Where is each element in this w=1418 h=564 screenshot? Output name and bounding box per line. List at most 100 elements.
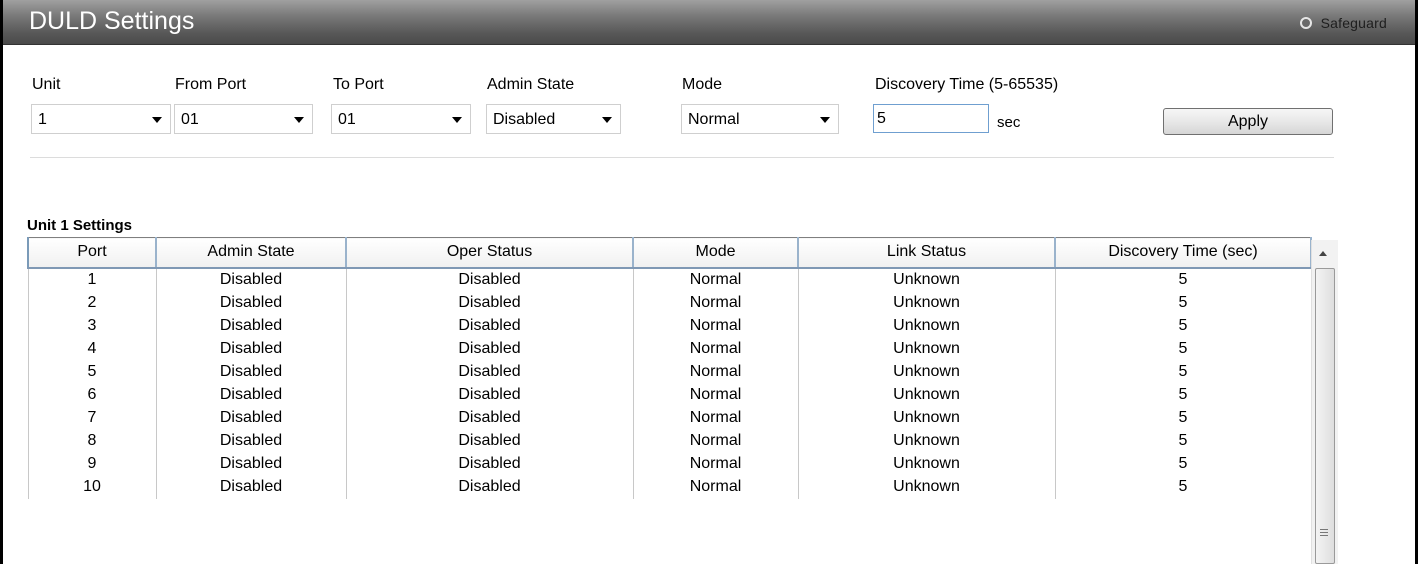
to-port-select-value: 01 xyxy=(338,111,356,128)
from-port-select-value: 01 xyxy=(181,111,199,128)
column-header-link-status[interactable]: Link Status xyxy=(797,237,1056,269)
link-status-cell: Unknown xyxy=(797,475,1056,499)
safeguard-status-icon xyxy=(1299,17,1312,29)
table-row: 3 Disabled Disabled Normal Unknown 5 xyxy=(27,314,1312,338)
admin-state-cell: Disabled xyxy=(155,291,347,315)
link-status-cell: Unknown xyxy=(797,406,1056,430)
chevron-down-icon xyxy=(602,117,612,123)
page-title: DULD Settings xyxy=(29,7,195,35)
discovery-time-cell: 5 xyxy=(1054,429,1312,453)
oper-status-cell: Disabled xyxy=(345,452,634,476)
port-cell: 10 xyxy=(27,475,157,499)
port-cell: 5 xyxy=(27,360,157,384)
duld-settings-page: DULD Settings Safeguard Unit From Port T… xyxy=(0,0,1418,564)
mode-cell: Normal xyxy=(632,337,799,361)
chevron-down-icon xyxy=(152,117,162,123)
chevron-down-icon xyxy=(820,117,830,123)
safeguard-indicator: Safeguard xyxy=(1299,13,1387,33)
window-frame-left xyxy=(0,0,3,564)
discovery-time-input[interactable] xyxy=(873,104,989,133)
discovery-time-cell: 5 xyxy=(1054,475,1312,499)
port-cell: 3 xyxy=(27,314,157,338)
oper-status-cell: Disabled xyxy=(345,337,634,361)
unit-settings-heading: Unit 1 Settings xyxy=(27,217,133,234)
link-status-cell: Unknown xyxy=(797,337,1056,361)
table-row: 4 Disabled Disabled Normal Unknown 5 xyxy=(27,337,1312,361)
discovery-time-label: Discovery Time (5-65535) xyxy=(875,76,1059,93)
link-status-cell: Unknown xyxy=(797,267,1056,292)
mode-cell: Normal xyxy=(632,314,799,338)
table-row: 7 Disabled Disabled Normal Unknown 5 xyxy=(27,406,1312,430)
discovery-time-cell: 5 xyxy=(1054,360,1312,384)
admin-state-cell: Disabled xyxy=(155,314,347,338)
admin-state-cell: Disabled xyxy=(155,360,347,384)
column-header-admin-state[interactable]: Admin State xyxy=(155,237,347,269)
admin-state-cell: Disabled xyxy=(155,267,347,292)
table-row: 2 Disabled Disabled Normal Unknown 5 xyxy=(27,291,1312,315)
to-port-label: To Port xyxy=(333,76,384,93)
table-row: 10 Disabled Disabled Normal Unknown 5 xyxy=(27,475,1312,499)
column-header-mode[interactable]: Mode xyxy=(632,237,799,269)
scroll-grip-icon xyxy=(1320,529,1328,536)
oper-status-cell: Disabled xyxy=(345,406,634,430)
mode-cell: Normal xyxy=(632,291,799,315)
port-cell: 7 xyxy=(27,406,157,430)
port-cell: 4 xyxy=(27,337,157,361)
link-status-cell: Unknown xyxy=(797,314,1056,338)
unit-select[interactable]: 1 xyxy=(31,104,171,134)
discovery-time-cell: 5 xyxy=(1054,383,1312,407)
port-cell: 6 xyxy=(27,383,157,407)
oper-status-cell: Disabled xyxy=(345,360,634,384)
admin-state-select-value: Disabled xyxy=(493,111,556,128)
unit-label: Unit xyxy=(32,76,61,93)
mode-cell: Normal xyxy=(632,383,799,407)
link-status-cell: Unknown xyxy=(797,291,1056,315)
discovery-time-cell: 5 xyxy=(1054,406,1312,430)
table-row: 9 Disabled Disabled Normal Unknown 5 xyxy=(27,452,1312,476)
mode-select[interactable]: Normal xyxy=(681,104,839,134)
discovery-time-cell: 5 xyxy=(1054,452,1312,476)
discovery-time-unit: sec xyxy=(997,114,1021,131)
discovery-time-cell: 5 xyxy=(1054,291,1312,315)
unit-select-value: 1 xyxy=(38,111,47,128)
table-row: 8 Disabled Disabled Normal Unknown 5 xyxy=(27,429,1312,453)
oper-status-cell: Disabled xyxy=(345,475,634,499)
admin-state-cell: Disabled xyxy=(155,406,347,430)
column-header-oper-status[interactable]: Oper Status xyxy=(345,237,634,269)
link-status-cell: Unknown xyxy=(797,360,1056,384)
title-bar: DULD Settings Safeguard xyxy=(3,0,1415,45)
link-status-cell: Unknown xyxy=(797,383,1056,407)
mode-cell: Normal xyxy=(632,267,799,292)
scrollbar-thumb[interactable] xyxy=(1315,268,1335,564)
table-scrollbar[interactable] xyxy=(1311,240,1338,564)
table-row: 5 Disabled Disabled Normal Unknown 5 xyxy=(27,360,1312,384)
from-port-select[interactable]: 01 xyxy=(174,104,313,134)
scroll-up-arrow-icon[interactable] xyxy=(1319,251,1327,256)
table-row: 1 Disabled Disabled Normal Unknown 5 xyxy=(27,267,1312,292)
safeguard-label: Safeguard xyxy=(1320,15,1387,31)
port-settings-table: Port Admin State Oper Status Mode Link S… xyxy=(27,237,1312,499)
column-header-discovery-time[interactable]: Discovery Time (sec) xyxy=(1054,237,1312,269)
admin-state-cell: Disabled xyxy=(155,475,347,499)
link-status-cell: Unknown xyxy=(797,429,1056,453)
discovery-time-cell: 5 xyxy=(1054,337,1312,361)
chevron-down-icon xyxy=(452,117,462,123)
port-cell: 8 xyxy=(27,429,157,453)
oper-status-cell: Disabled xyxy=(345,267,634,292)
divider xyxy=(30,157,1334,158)
mode-select-value: Normal xyxy=(688,111,740,128)
admin-state-select[interactable]: Disabled xyxy=(486,104,621,134)
admin-state-label: Admin State xyxy=(487,76,575,93)
apply-button[interactable]: Apply xyxy=(1163,108,1333,135)
port-cell: 9 xyxy=(27,452,157,476)
to-port-select[interactable]: 01 xyxy=(331,104,471,134)
mode-cell: Normal xyxy=(632,429,799,453)
discovery-time-cell: 5 xyxy=(1054,267,1312,292)
discovery-time-cell: 5 xyxy=(1054,314,1312,338)
mode-label: Mode xyxy=(682,76,723,93)
oper-status-cell: Disabled xyxy=(345,383,634,407)
column-header-port[interactable]: Port xyxy=(27,237,157,269)
link-status-cell: Unknown xyxy=(797,452,1056,476)
mode-cell: Normal xyxy=(632,475,799,499)
mode-cell: Normal xyxy=(632,406,799,430)
